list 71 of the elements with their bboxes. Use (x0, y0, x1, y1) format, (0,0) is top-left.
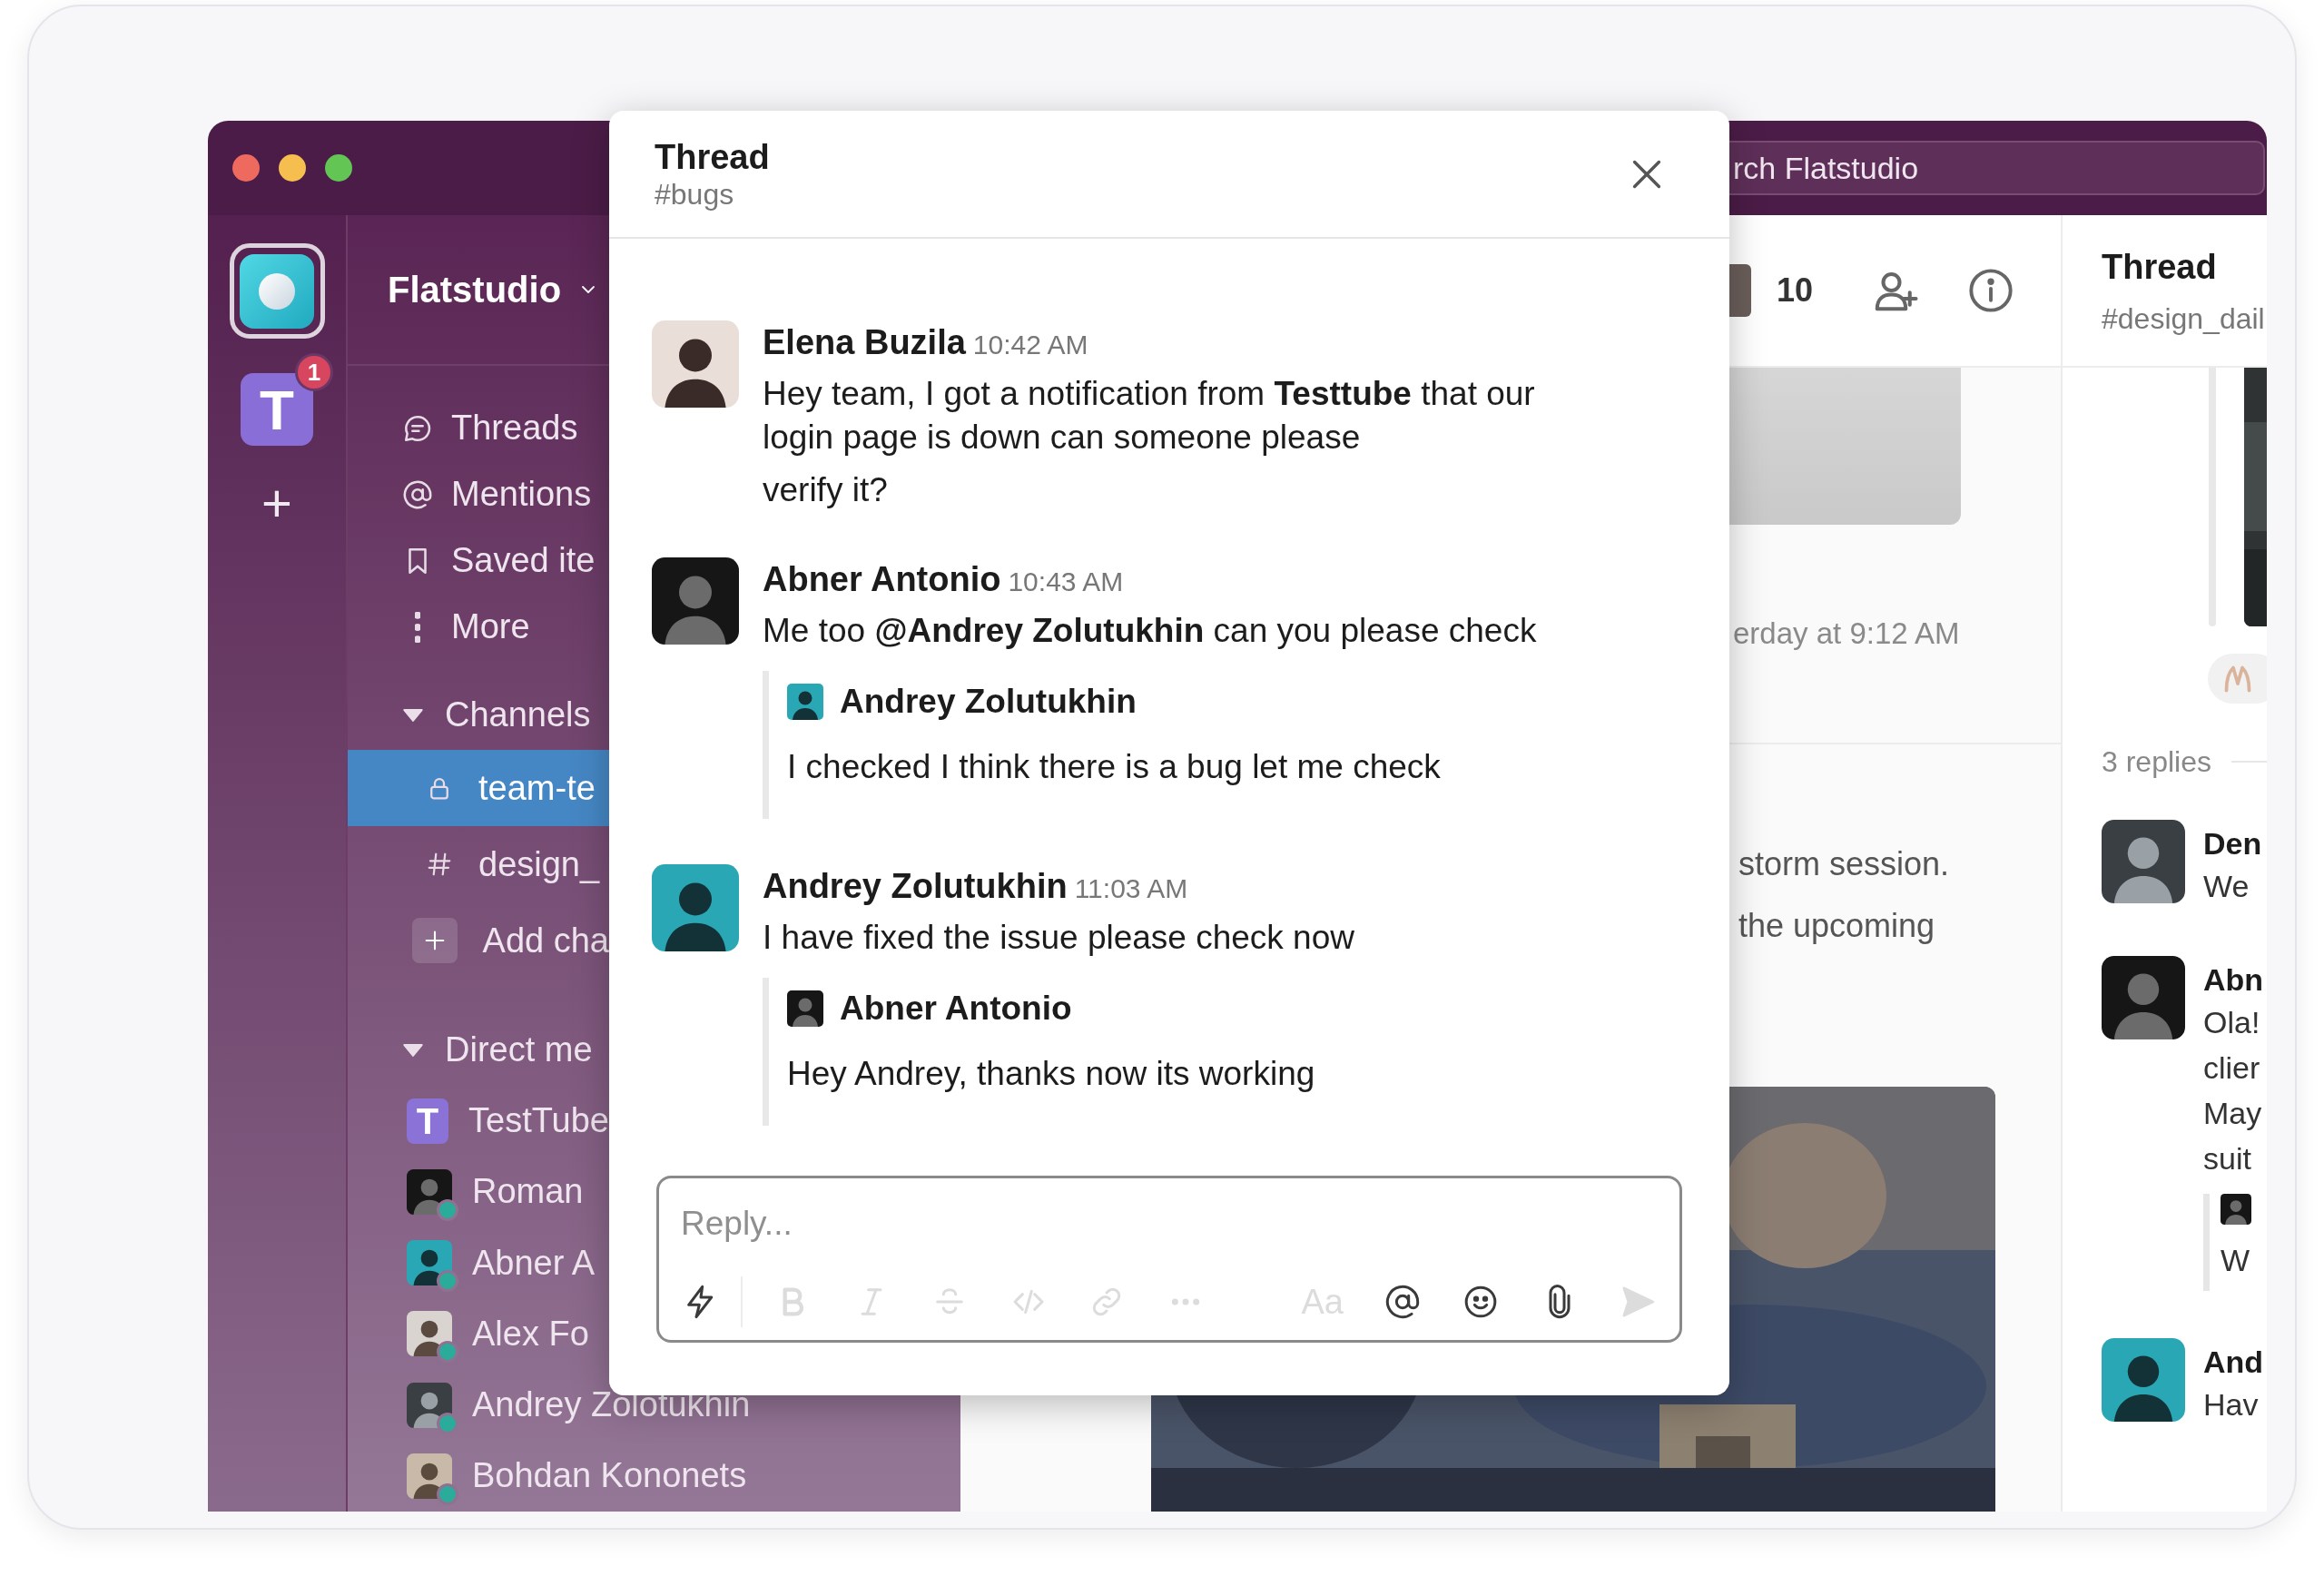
message-text: I checked I think there is a bug let me check (787, 746, 1442, 787)
sidebar-item[interactable]: T TestTube (348, 1085, 609, 1157)
avatar (2221, 1194, 2251, 1225)
sidebar-item[interactable]: Mentions (348, 461, 609, 527)
avatar (407, 1382, 452, 1428)
add-workspace-button[interactable]: + (261, 477, 292, 529)
channel-name[interactable]: #bugs (655, 176, 770, 212)
message-text: Hav (2203, 1386, 2260, 1423)
message-text: verify it? (763, 470, 889, 510)
sidebar-item[interactable]: team-te (348, 750, 609, 827)
section-header[interactable]: Channels (348, 680, 609, 751)
sidebar-item[interactable]: Abner A (348, 1227, 609, 1299)
sidebar-item[interactable]: Andrey Zolotukhin (348, 1369, 760, 1441)
message-text: Hey Andrey, thanks now its working (787, 1053, 1316, 1094)
message-text: May (2203, 1095, 2263, 1132)
channel-name[interactable]: #design_dail (2102, 296, 2267, 340)
caret-icon (403, 708, 423, 722)
vertical-dots-icon (415, 611, 420, 643)
message-text: Me too @Andrey Zolutukhin can you please check (763, 611, 1538, 651)
app-avatar: T (407, 1098, 449, 1144)
minimize-window-button[interactable] (279, 154, 306, 182)
message-text: storm session. (1738, 843, 1951, 884)
message-text: suit (2203, 1140, 2252, 1177)
message-time: 10:42 AM (972, 329, 1088, 361)
author-name[interactable]: Abn (2203, 960, 2264, 1000)
add-channel-icon (412, 918, 458, 964)
caret-icon (403, 1044, 423, 1057)
section-header[interactable]: Direct me (348, 1015, 609, 1086)
workspace-button[interactable] (229, 243, 325, 339)
pane-title: Thread (2102, 246, 2218, 288)
zoom-window-button[interactable] (325, 154, 352, 182)
close-window-button[interactable] (232, 154, 260, 182)
avatar (407, 1453, 452, 1499)
at-sign-icon (402, 478, 433, 510)
sidebar-item[interactable]: design_ (348, 826, 609, 903)
sidebar-item[interactable]: Add cha (348, 902, 609, 980)
info-icon[interactable] (1967, 267, 2015, 314)
avatar (787, 683, 823, 720)
author-name[interactable]: Abner Antonio (763, 557, 1001, 601)
member-count[interactable]: 10 (1777, 266, 1814, 315)
author-name[interactable]: Den (2203, 823, 2262, 863)
message-time: 10:43 AM (1008, 566, 1124, 598)
notification-badge: 1 (295, 353, 333, 391)
message-text: the upcoming (1738, 905, 1936, 946)
author-name[interactable]: Andrey Zolutukhin (763, 864, 1068, 908)
avatar (407, 1240, 452, 1286)
sidebar-item[interactable]: Threads (348, 395, 609, 461)
sidebar-item[interactable]: Alex Fo (348, 1298, 609, 1370)
message-text: I have fixed the issue please check now (763, 918, 1355, 958)
message-text: Ola! (2203, 1004, 2261, 1041)
sidebar-item[interactable]: Saved ite (348, 527, 609, 594)
author-name[interactable]: Andrey Zolutukhin (840, 676, 1137, 727)
avatar (787, 990, 823, 1027)
sidebar-item[interactable]: More (348, 594, 609, 660)
message-text: W (2221, 1242, 2251, 1279)
member-avatar (1729, 264, 1751, 317)
author-name[interactable]: Elena Buzila (763, 320, 966, 364)
workspace-name[interactable]: Flatstudio (388, 262, 562, 317)
reply-count: 3 replies (2102, 744, 2211, 780)
sidebar-item[interactable]: Roman (348, 1156, 609, 1228)
message-timestamp: erday at 9:12 AM (1733, 616, 1961, 652)
author-name[interactable]: Abner Antonio (840, 983, 1072, 1034)
message-time: 11:03 AM (1074, 872, 1188, 905)
message-text: We (2203, 868, 2250, 905)
message-text: clier (2203, 1049, 2261, 1087)
author-name[interactable]: And (2203, 1342, 2264, 1382)
avatar (407, 1168, 452, 1215)
modal-title: Thread (655, 136, 770, 177)
avatar (407, 1311, 452, 1357)
search-field[interactable]: rch Flatstudio (1728, 141, 2265, 195)
sidebar-item[interactable]: Bohdan Kononets (348, 1440, 756, 1512)
